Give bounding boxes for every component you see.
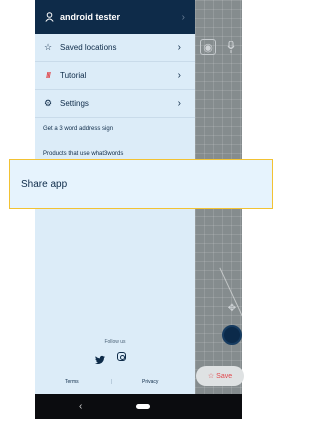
star-icon: ☆	[43, 42, 53, 52]
compass-button[interactable]	[222, 325, 242, 345]
privacy-link[interactable]: Privacy	[142, 379, 158, 385]
home-pill-icon[interactable]	[136, 404, 150, 409]
menu-item-tutorial[interactable]: /// Tutorial ›	[35, 62, 195, 90]
footer-separator: |	[111, 379, 113, 385]
share-app-menu-item[interactable]: Share app	[9, 159, 273, 209]
star-outline-icon: ☆	[207, 373, 215, 380]
save-button[interactable]: ☆ Save	[196, 366, 244, 386]
tutorial-icon: ///	[46, 71, 51, 80]
gear-icon: ⚙	[43, 98, 53, 108]
menu-item-label: Saved locations	[60, 43, 117, 52]
link-products[interactable]: Products that use what3words	[43, 151, 123, 157]
camera-icon[interactable]: ◉	[200, 39, 216, 55]
menu-item-label: Tutorial	[60, 71, 87, 80]
terms-link[interactable]: Terms	[65, 379, 79, 385]
save-label: Save	[216, 372, 233, 380]
twitter-icon[interactable]	[95, 352, 105, 370]
microphone-icon[interactable]	[224, 39, 238, 55]
menu-item-label: Settings	[60, 99, 89, 108]
person-icon	[44, 12, 54, 22]
chevron-right-icon: ›	[181, 11, 185, 23]
chevron-right-icon: ›	[177, 42, 181, 53]
chevron-right-icon: ›	[177, 98, 181, 109]
user-name: android tester	[60, 12, 121, 22]
share-app-label: Share app	[21, 178, 68, 190]
menu-item-settings[interactable]: ⚙ Settings ›	[35, 90, 195, 118]
link-get-address-sign[interactable]: Get a 3 word address sign	[43, 126, 113, 132]
follow-us-label: Follow us	[104, 339, 126, 345]
instagram-icon[interactable]	[117, 352, 126, 361]
system-nav-bar: ‹	[35, 394, 242, 419]
menu-item-saved-locations[interactable]: ☆ Saved locations ›	[35, 34, 195, 62]
chevron-right-icon: ›	[177, 70, 181, 81]
user-account-row[interactable]: android tester ›	[35, 0, 195, 34]
locate-icon[interactable]: ✥	[224, 300, 240, 316]
social-links	[95, 352, 126, 370]
back-icon[interactable]: ‹	[79, 401, 82, 412]
